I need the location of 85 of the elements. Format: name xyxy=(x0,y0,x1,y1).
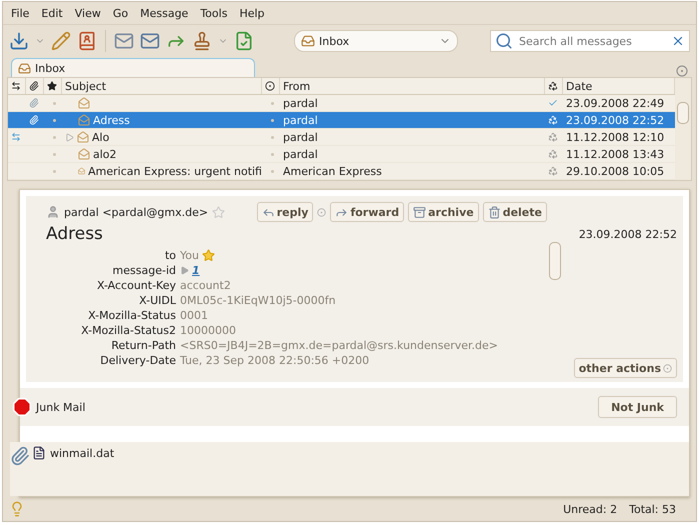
delete-button[interactable]: delete xyxy=(482,202,547,222)
message-date: 23.09.2008 22:52 xyxy=(565,114,666,126)
message-subject: Alo xyxy=(92,130,110,144)
address-book-icon[interactable] xyxy=(77,31,97,51)
message-date: 11.12.2008 12:10 xyxy=(565,130,666,144)
message-date: 11.12.2008 13:43 xyxy=(565,148,666,160)
column-header[interactable]: From xyxy=(280,78,545,94)
header-value: account2 xyxy=(180,279,232,292)
expander-icon[interactable] xyxy=(180,266,189,275)
menu-item[interactable]: Help xyxy=(235,6,269,20)
message-sender: pardal xyxy=(282,114,319,126)
envelope-icon xyxy=(77,131,89,143)
header-name: to xyxy=(164,249,176,262)
message-id-link[interactable]: 1 xyxy=(192,264,200,277)
message-sender: American Express xyxy=(282,164,383,178)
folder-tab[interactable]: Inbox xyxy=(11,58,255,77)
write-icon[interactable] xyxy=(51,31,71,51)
header-name: message-id xyxy=(112,264,176,277)
header-name: X-Mozilla-Status2 xyxy=(80,324,176,337)
delete-icon xyxy=(488,206,501,218)
message-row[interactable]: American Express: urgent notifi American Express 29.10.2008 10:05 xyxy=(8,163,675,180)
envelope-icon xyxy=(78,165,86,177)
sender-address[interactable]: pardal <pardal@gmx.de> xyxy=(64,206,208,218)
attachment-icon[interactable] xyxy=(29,81,39,91)
header-value: 10000000 xyxy=(180,324,237,337)
message-sender: pardal xyxy=(282,148,319,160)
message-date: 23.09.2008 22:49 xyxy=(565,96,666,110)
header-value: <SRS0=JB4J=2B=gmx.de=pardal@srs.kundenserver.de> xyxy=(180,339,500,352)
star-icon[interactable] xyxy=(202,249,215,262)
scrollbar[interactable] xyxy=(675,78,691,180)
search-icon[interactable] xyxy=(495,32,513,50)
header-value: 0001 xyxy=(180,309,209,322)
message-sender: pardal xyxy=(282,96,319,110)
message-subject: Adress xyxy=(46,224,104,244)
reply-button[interactable]: reply xyxy=(256,202,314,222)
menu-item[interactable]: Tools xyxy=(196,6,232,20)
menu-item[interactable]: File xyxy=(7,6,34,20)
message-row[interactable]: Adress pardal 23.09.2008 22:52 xyxy=(8,112,675,129)
thread-icon[interactable] xyxy=(11,81,21,91)
header-name: Delivery-Date xyxy=(99,354,176,367)
search-box[interactable]: Search all messages xyxy=(490,30,690,52)
dropdown-icon xyxy=(663,364,672,372)
not-junk-button[interactable]: Not Junk xyxy=(598,396,677,418)
message-sender: pardal xyxy=(282,130,319,144)
inbox-icon xyxy=(301,34,315,48)
header-value: 0ML05c-1KiEqW10j5-0000fn xyxy=(180,294,337,307)
person-icon xyxy=(46,205,60,219)
header-value: Tue, 23 Sep 2008 22:50:56 +0200 xyxy=(180,354,370,367)
message-subject: American Express: urgent notifi xyxy=(88,164,262,178)
header-name: X-Account-Key xyxy=(96,279,176,292)
close-icon[interactable] xyxy=(671,34,685,48)
folder-selector[interactable]: Inbox xyxy=(294,30,458,52)
file-icon xyxy=(32,446,46,460)
unread-count: Unread: 2 xyxy=(563,502,618,516)
message-row[interactable]: Alo pardal 11.12.2008 12:10 xyxy=(8,129,675,146)
menu-item[interactable]: Edit xyxy=(37,6,67,20)
paperclip-icon xyxy=(10,446,30,466)
total-count: Total: 53 xyxy=(629,502,676,516)
envelope-icon xyxy=(78,114,90,126)
header-name: X-Mozilla-Status xyxy=(87,309,176,322)
forward-button[interactable]: forward xyxy=(330,202,404,222)
other-actions-button[interactable]: other actions xyxy=(574,358,677,378)
header-name: X-UIDL xyxy=(138,294,176,307)
attachment-item[interactable]: winmail.dat xyxy=(32,446,114,460)
menu-item[interactable]: View xyxy=(70,6,105,20)
stamp-icon[interactable] xyxy=(192,31,212,51)
expander-icon[interactable] xyxy=(65,132,74,142)
envelope-icon xyxy=(78,97,90,109)
message-date: 29.10.2008 10:05 xyxy=(565,164,666,178)
column-header[interactable]: Subject xyxy=(62,78,262,94)
message-subject: Adress xyxy=(93,114,130,126)
header-name: Return-Path xyxy=(110,339,176,352)
star-icon[interactable] xyxy=(47,81,57,91)
message-row[interactable]: alo2 pardal 11.12.2008 13:43 xyxy=(8,146,675,163)
menu-item[interactable]: Message xyxy=(136,6,192,20)
message-date: 23.09.2008 22:52 xyxy=(578,228,677,241)
dropdown-icon[interactable] xyxy=(317,208,326,216)
menu-item[interactable]: Go xyxy=(108,6,132,20)
archive-button[interactable]: archive xyxy=(408,202,479,222)
message-subject: alo2 xyxy=(93,148,117,160)
archive-icon xyxy=(413,206,426,218)
inbox-icon xyxy=(18,62,31,74)
junk-label: Junk Mail xyxy=(36,400,86,414)
search-field[interactable]: Search all messages xyxy=(517,34,667,48)
envelope-icon xyxy=(78,148,90,160)
